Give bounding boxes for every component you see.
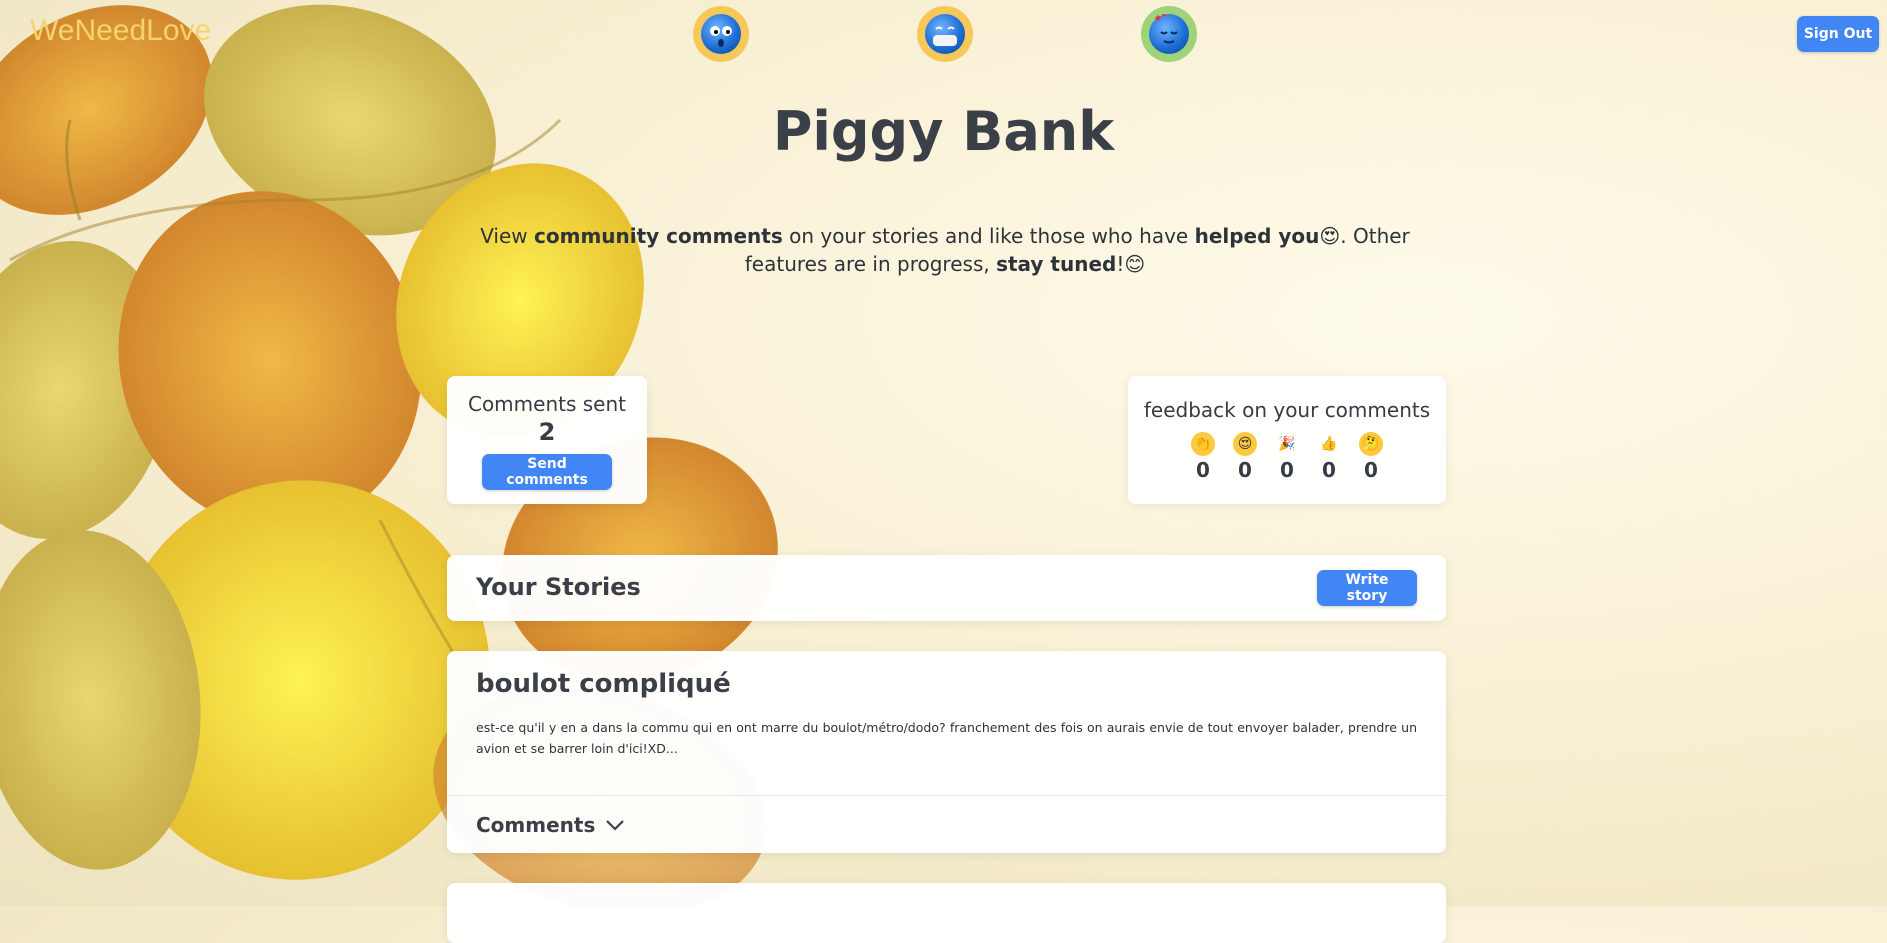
reaction-list: 👏 0 😍 0 🎉 0 👍 0 🤔 0 [1128,432,1446,482]
heart-eyes-icon: 😍 [1233,432,1257,456]
love-face-icon [1149,13,1189,54]
heart-eyes-icon: 😍 [1319,224,1341,248]
send-comments-button[interactable]: Send comments [482,454,612,490]
reaction-count: 0 [1238,458,1252,482]
reaction-count: 0 [1196,458,1210,482]
reaction-count: 0 [1322,458,1336,482]
thumbs-up-icon: 👍 [1320,436,1338,452]
reaction-item: 😍 0 [1231,432,1259,482]
page-title: Piggy Bank [772,100,1115,163]
comments-sent-card: Comments sent 2 Send comments [447,376,647,504]
comments-sent-label: Comments sent [467,392,626,416]
sad-face-icon [701,14,741,54]
nav-emoji-sad-icon[interactable] [693,6,749,62]
write-story-button[interactable]: Write story [1317,570,1417,606]
reaction-item: 🎉 0 [1273,432,1301,482]
feedback-card: feedback on your comments 👏 0 😍 0 🎉 0 👍 … [1128,376,1446,504]
your-stories-header: Your Stories Write story [447,555,1446,621]
reaction-item: 👍 0 [1315,432,1343,482]
smiling-face-icon: 😊 [1124,252,1146,276]
story-card: boulot compliqué est-ce qu'il y en a dan… [447,651,1446,853]
reaction-item: 👏 0 [1189,432,1217,482]
brand-logo[interactable]: WeNeedLove [30,14,211,48]
nav-emoji-mask-icon[interactable] [917,6,973,62]
nav-emoji-love-icon[interactable] [1141,6,1197,62]
comments-toggle[interactable]: Comments [476,813,625,837]
chevron-down-icon [606,820,625,831]
mask-face-icon [925,14,965,54]
reaction-count: 0 [1364,458,1378,482]
thinking-face-icon: 🤔 [1359,432,1383,456]
comments-label: Comments [476,813,596,837]
top-navigation: WeNeedLove Sign Out [0,0,1887,70]
sign-out-button[interactable]: Sign Out [1797,16,1879,52]
clapping-hands-icon: 👏 [1191,432,1215,456]
story-excerpt: est-ce qu'il y en a dans la commu qui en… [476,720,1417,756]
story-title[interactable]: boulot compliqué [476,669,731,699]
reaction-item: 🤔 0 [1357,432,1385,482]
stories-heading: Your Stories [476,573,641,601]
reaction-count: 0 [1280,458,1294,482]
comments-sent-count: 2 [538,418,556,446]
divider [447,795,1446,796]
feedback-label: feedback on your comments [1143,398,1431,422]
page-intro: View community comments on your stories … [480,224,1410,276]
party-popper-icon: 🎉 [1278,436,1296,452]
story-card [447,883,1446,943]
